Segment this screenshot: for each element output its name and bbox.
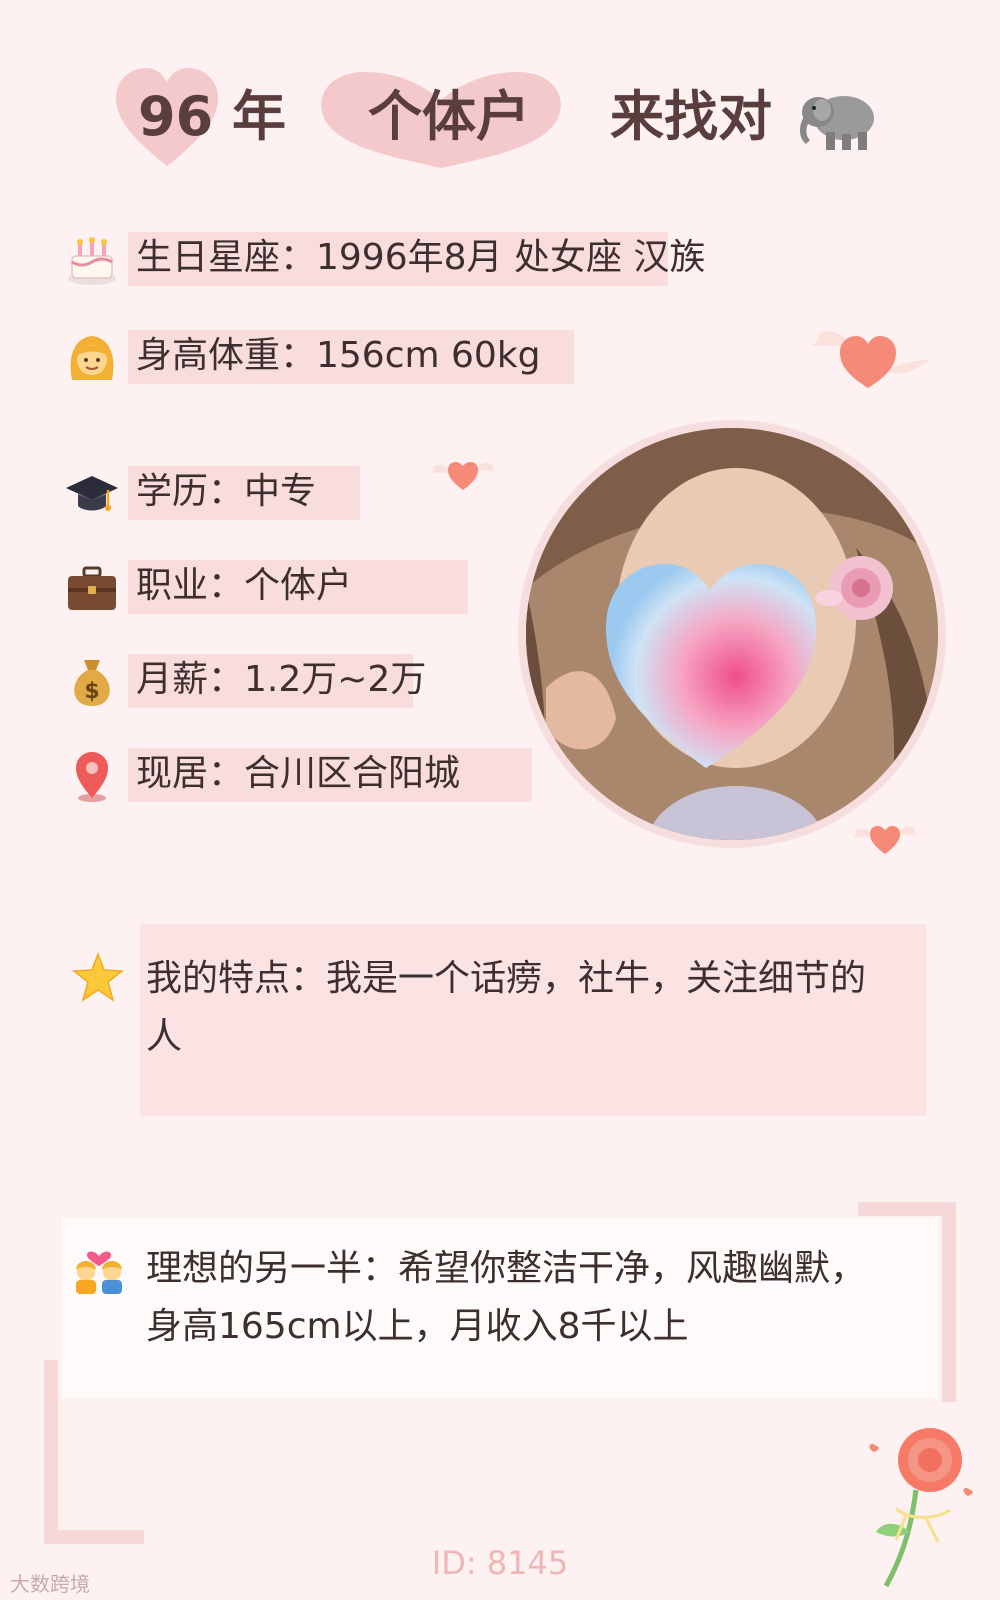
location-pin-icon (76, 752, 108, 802)
traits-text-line2: 人 (146, 1016, 183, 1057)
ideal-partner-text-line1: 理想的另一半：希望你整洁干净，风趣幽默， (146, 1248, 867, 1289)
occupation-title: 个体户 (368, 85, 530, 148)
frame-corner-bottom-left (44, 1360, 58, 1544)
occupation-text: 职业：个体户 (136, 565, 353, 606)
money-bag-icon: $ (74, 660, 110, 706)
frame-corner-top-right (942, 1202, 956, 1402)
birthday-zodiac-text: 生日星座：1996年8月 处女座 汉族 (136, 237, 706, 278)
traits-text-line1: 我的特点：我是一个话痨，社牛，关注细节的 (146, 958, 867, 999)
profile-id: ID: 8145 (431, 1544, 569, 1582)
profile-photo[interactable] (526, 428, 938, 840)
monthly-salary-text: 月薪：1.2万~2万 (136, 659, 427, 700)
cake-icon (68, 237, 116, 285)
elephant-icon (800, 96, 874, 150)
svg-text:$: $ (84, 679, 99, 704)
small-winged-heart-icon (432, 462, 494, 490)
graduation-cap-icon (66, 476, 118, 511)
woman-icon (70, 336, 114, 380)
briefcase-icon (68, 566, 116, 610)
frame-corner-bottom-left (44, 1530, 144, 1544)
birth-year-suffix: 年 (232, 85, 286, 148)
couple-heart-icon (76, 1251, 122, 1294)
watermark: 大数跨境 (10, 1572, 90, 1596)
small-winged-heart-icon (854, 826, 916, 854)
height-weight-text: 身高体重：156cm 60kg (136, 335, 541, 376)
birth-year: 96 (138, 85, 214, 148)
star-icon (71, 951, 125, 1002)
education-text: 学历：中专 (136, 471, 317, 512)
profile-photo-illustration (526, 428, 938, 840)
residence-text: 现居：合川区合阳城 (136, 753, 461, 794)
seeking-title: 来找对 (610, 85, 772, 148)
winged-heart-icon (810, 331, 930, 388)
ideal-partner-text-line2: 身高165cm以上，月收入8千以上 (146, 1306, 689, 1347)
